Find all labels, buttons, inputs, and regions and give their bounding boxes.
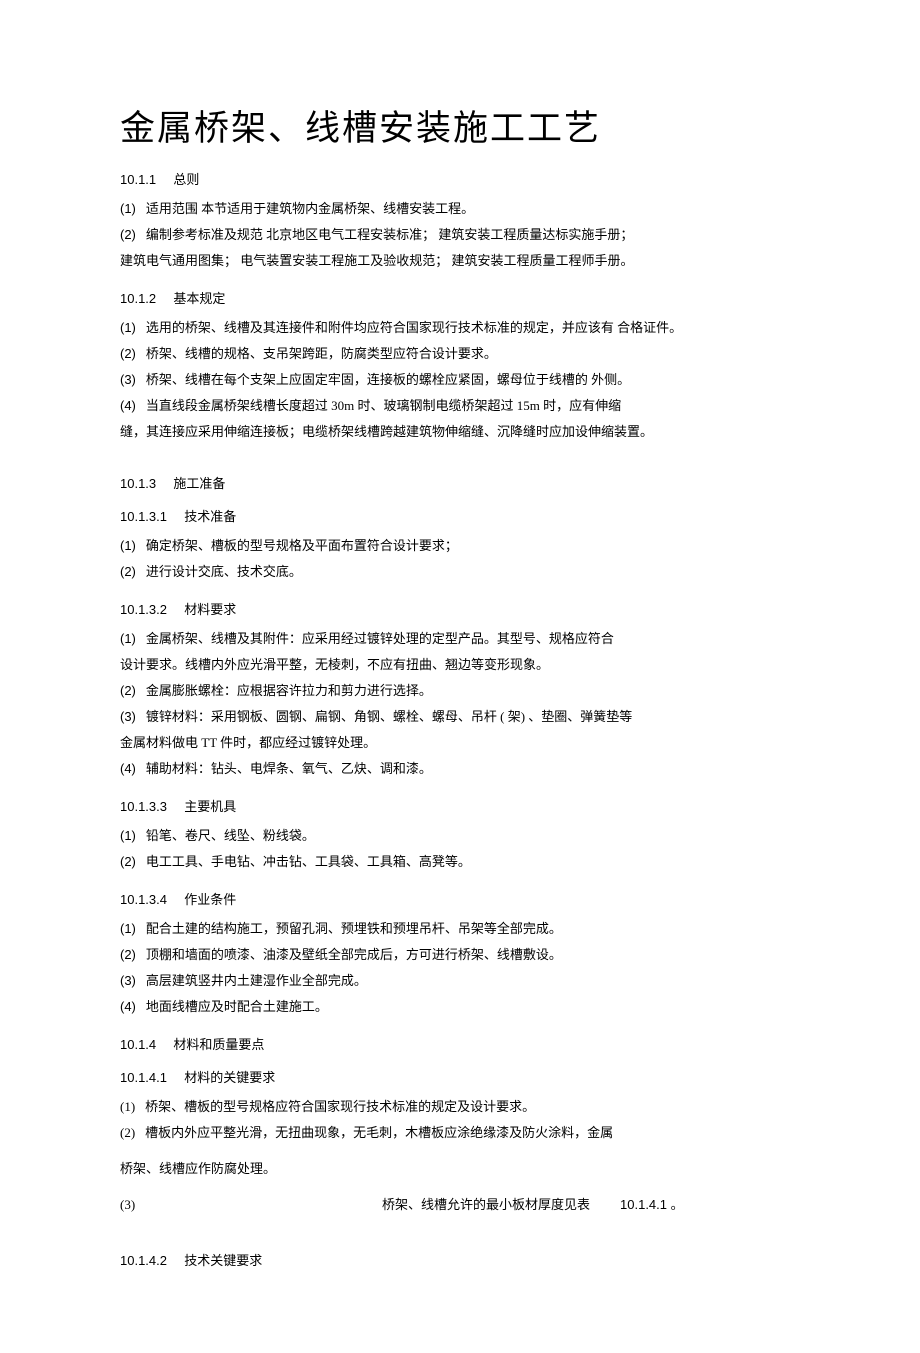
- section-label: 施工准备: [173, 476, 225, 491]
- section-label: 技术准备: [184, 509, 236, 524]
- section-num: 10.1.3: [120, 476, 156, 491]
- document-title: 金属桥架、线槽安装施工工艺: [120, 100, 800, 151]
- list-num: (1): [120, 196, 136, 222]
- section-10.1.2: 10.1.2 基本规定: [120, 288, 800, 307]
- list-num: (2): [120, 341, 136, 367]
- list-text: 选用的桥架、线槽及其连接件和附件均应符合国家现行技术标准的规定，并应该有 合格证…: [146, 315, 682, 341]
- section-label: 总则: [173, 172, 199, 187]
- list-text: 高层建筑竖井内土建湿作业全部完成。: [146, 968, 367, 994]
- section-label: 材料的关键要求: [184, 1070, 275, 1085]
- section-label: 基本规定: [173, 291, 225, 306]
- section-num: 10.1.4.2: [120, 1253, 167, 1268]
- table-reference: (3) 桥架、线槽允许的最小板材厚度见表 10.1.4.1 。: [120, 1192, 800, 1218]
- list-text: 确定桥架、槽板的型号规格及平面布置符合设计要求；: [146, 533, 458, 559]
- section-10.1.3.3: 10.1.3.3 主要机具: [120, 796, 800, 815]
- list-num: (1): [120, 916, 136, 942]
- section-num: 10.1.3.4: [120, 892, 167, 907]
- list-text: 地面线槽应及时配合土建施工。: [146, 994, 328, 1020]
- list-num: (1): [120, 315, 136, 341]
- list-num: (3): [120, 367, 136, 393]
- list-text: 辅助材料：钻头、电焊条、氧气、乙炔、调和漆。: [146, 756, 432, 782]
- list-num: (1): [120, 823, 136, 849]
- ref-number: 10.1.4.1 。: [620, 1192, 684, 1218]
- list-num: (2): [120, 222, 136, 248]
- list-text: 适用范围 本节适用于建筑物内金属桥架、线槽安装工程。: [146, 196, 474, 222]
- section-label: 主要机具: [184, 799, 236, 814]
- section-num: 10.1.4: [120, 1037, 156, 1052]
- list-text: 镀锌材料：采用钢板、圆钢、扁钢、角钢、螺栓、螺母、吊杆 ( 架) 、垫圈、弹簧垫…: [146, 704, 632, 730]
- paragraph: 设计要求。线槽内外应光滑平整，无棱刺，不应有扭曲、翘边等变形现象。: [120, 652, 800, 678]
- section-10.1.3: 10.1.3 施工准备: [120, 473, 800, 492]
- list-num: (2): [120, 942, 136, 968]
- list-num: (1): [120, 626, 136, 652]
- list-num: (4): [120, 994, 136, 1020]
- list-text: 当直线段金属桥架线槽长度超过 30m 时、玻璃钢制电缆桥架超过 15m 时，应有…: [146, 393, 621, 419]
- list-num: (1): [120, 533, 136, 559]
- section-num: 10.1.1: [120, 172, 156, 187]
- paragraph: 建筑电气通用图集； 电气装置安装工程施工及验收规范； 建筑安装工程质量工程师手册…: [120, 248, 800, 274]
- list-text: 桥架、线槽在每个支架上应固定牢固，连接板的螺栓应紧固，螺母位于线槽的 外侧。: [146, 367, 630, 393]
- list-text: 顶棚和墙面的喷漆、油漆及壁纸全部完成后，方可进行桥架、线槽敷设。: [146, 942, 562, 968]
- section-10.1.3.2: 10.1.3.2 材料要求: [120, 599, 800, 618]
- paragraph: 缝，其连接应采用伸缩连接板；电缆桥架线槽跨越建筑物伸缩缝、沉降缝时应加设伸缩装置…: [120, 419, 800, 445]
- list-text: 配合土建的结构施工，预留孔洞、预埋铁和预埋吊杆、吊架等全部完成。: [146, 916, 562, 942]
- list-num: (2): [120, 559, 136, 585]
- section-10.1.1: 10.1.1 总则: [120, 169, 800, 188]
- list-num: (4): [120, 756, 136, 782]
- section-10.1.4.1: 10.1.4.1 材料的关键要求: [120, 1067, 800, 1086]
- list-num: (4): [120, 393, 136, 419]
- section-label: 材料和质量要点: [173, 1037, 264, 1052]
- section-num: 10.1.2: [120, 291, 156, 306]
- section-10.1.4.2: 10.1.4.2 技术关键要求: [120, 1250, 800, 1269]
- list-text: 铅笔、卷尺、线坠、粉线袋。: [146, 823, 315, 849]
- section-num: 10.1.3.2: [120, 602, 167, 617]
- section-num: 10.1.4.1: [120, 1070, 167, 1085]
- paragraph: 金属材料做电 TT 件时，都应经过镀锌处理。: [120, 730, 800, 756]
- paragraph: 桥架、线槽应作防腐处理。: [120, 1156, 800, 1182]
- list-num: (2): [120, 678, 136, 704]
- list-num: (3): [120, 1192, 382, 1218]
- section-label: 材料要求: [184, 602, 236, 617]
- list-text: 桥架、线槽的规格、支吊架跨距，防腐类型应符合设计要求。: [146, 341, 497, 367]
- list-text: 槽板内外应平整光滑，无扭曲现象，无毛刺，木槽板应涂绝缘漆及防火涂料，金属: [145, 1120, 613, 1146]
- ref-text: 桥架、线槽允许的最小板材厚度见表: [382, 1192, 590, 1218]
- section-10.1.3.1: 10.1.3.1 技术准备: [120, 506, 800, 525]
- list-text: 电工工具、手电钻、冲击钻、工具袋、工具箱、高凳等。: [146, 849, 471, 875]
- section-label: 技术关键要求: [184, 1253, 262, 1268]
- list-text: 金属桥架、线槽及其附件：应采用经过镀锌处理的定型产品。其型号、规格应符合: [146, 626, 614, 652]
- list-text: 金属膨胀螺栓：应根据容许拉力和剪力进行选择。: [146, 678, 432, 704]
- section-10.1.4: 10.1.4 材料和质量要点: [120, 1034, 800, 1053]
- list-text: 编制参考标准及规范 北京地区电气工程安装标准； 建筑安装工程质量达标实施手册；: [146, 222, 634, 248]
- list-num: (3): [120, 968, 136, 994]
- section-label: 作业条件: [184, 892, 236, 907]
- list-num: (2): [120, 1120, 135, 1146]
- list-num: (1): [120, 1094, 135, 1120]
- section-num: 10.1.3.1: [120, 509, 167, 524]
- list-text: 桥架、槽板的型号规格应符合国家现行技术标准的规定及设计要求。: [145, 1094, 535, 1120]
- section-num: 10.1.3.3: [120, 799, 167, 814]
- list-num: (3): [120, 704, 136, 730]
- section-10.1.3.4: 10.1.3.4 作业条件: [120, 889, 800, 908]
- list-num: (2): [120, 849, 136, 875]
- list-text: 进行设计交底、技术交底。: [146, 559, 302, 585]
